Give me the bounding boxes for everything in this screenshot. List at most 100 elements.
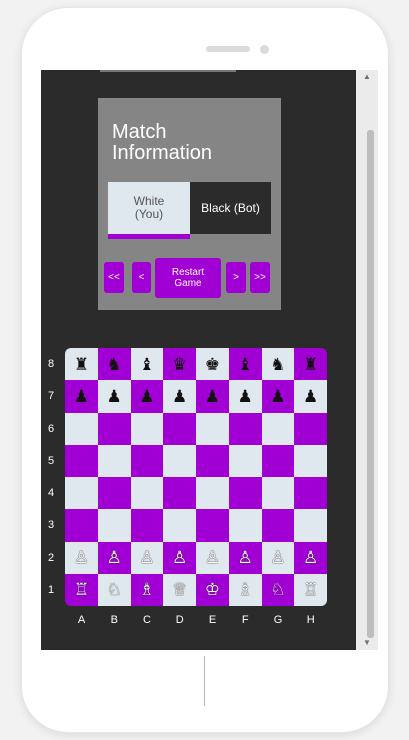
- board-square-g7[interactable]: ♟: [261, 380, 295, 413]
- board-square-h3[interactable]: [294, 509, 327, 542]
- black-knight-icon[interactable]: ♞: [107, 356, 122, 373]
- scroll-down-arrow-icon[interactable]: ▼: [360, 638, 374, 648]
- board-square-f1[interactable]: ♗: [228, 573, 262, 606]
- white-bishop-icon[interactable]: ♗: [139, 581, 154, 598]
- board-square-b1[interactable]: ♘: [97, 573, 131, 606]
- white-knight-icon[interactable]: ♘: [270, 581, 285, 598]
- board-square-c4[interactable]: [130, 477, 164, 510]
- board-square-h1[interactable]: ♖: [294, 573, 327, 606]
- board-square-a7[interactable]: ♟: [65, 380, 98, 413]
- white-rook-icon[interactable]: ♖: [303, 581, 318, 598]
- board-square-h6[interactable]: [294, 412, 327, 445]
- board-square-e5[interactable]: [196, 444, 229, 477]
- board-square-e3[interactable]: [196, 509, 229, 542]
- white-bishop-icon[interactable]: ♗: [238, 581, 253, 598]
- black-pawn-icon[interactable]: ♟: [303, 388, 318, 405]
- scrollbar-thumb[interactable]: [367, 130, 374, 638]
- board-square-f7[interactable]: ♟: [228, 380, 262, 413]
- board-square-f2[interactable]: ♙: [228, 541, 262, 574]
- board-square-b4[interactable]: [97, 477, 131, 510]
- board-square-g6[interactable]: [261, 412, 295, 445]
- board-square-h2[interactable]: ♙: [294, 541, 327, 574]
- black-pawn-icon[interactable]: ♟: [205, 388, 220, 405]
- last-move-button[interactable]: >>: [250, 262, 270, 293]
- vertical-scrollbar[interactable]: ▲ ▼: [356, 70, 378, 650]
- black-pawn-icon[interactable]: ♟: [172, 388, 187, 405]
- board-square-h8[interactable]: ♜: [294, 348, 327, 381]
- previous-move-button[interactable]: <: [132, 262, 151, 293]
- black-pawn-icon[interactable]: ♟: [238, 388, 253, 405]
- white-knight-icon[interactable]: ♘: [107, 581, 122, 598]
- black-pawn-icon[interactable]: ♟: [139, 388, 154, 405]
- board-square-b2[interactable]: ♙: [97, 541, 131, 574]
- board-square-b5[interactable]: [97, 444, 131, 477]
- board-square-a4[interactable]: [65, 477, 98, 510]
- board-square-g4[interactable]: [261, 477, 295, 510]
- first-move-button[interactable]: <<: [104, 262, 124, 293]
- white-pawn-icon[interactable]: ♙: [74, 549, 89, 566]
- board-square-g3[interactable]: [261, 509, 295, 542]
- board-square-a2[interactable]: ♙: [65, 541, 98, 574]
- board-square-d6[interactable]: [163, 412, 196, 445]
- board-square-d7[interactable]: ♟: [163, 380, 196, 413]
- board-square-e1[interactable]: ♔: [196, 573, 229, 606]
- scroll-up-arrow-icon[interactable]: ▲: [360, 72, 374, 82]
- board-square-e2[interactable]: ♙: [196, 541, 229, 574]
- black-king-icon[interactable]: ♚: [205, 356, 220, 373]
- board-square-a1[interactable]: ♖: [65, 573, 98, 606]
- board-square-g2[interactable]: ♙: [261, 541, 295, 574]
- black-pawn-icon[interactable]: ♟: [270, 388, 285, 405]
- board-square-g1[interactable]: ♘: [261, 573, 295, 606]
- board-square-c3[interactable]: [130, 509, 164, 542]
- black-rook-icon[interactable]: ♜: [74, 356, 89, 373]
- board-square-f3[interactable]: [228, 509, 262, 542]
- board-square-b6[interactable]: [97, 412, 131, 445]
- board-square-f8[interactable]: ♝: [228, 348, 262, 381]
- board-square-c2[interactable]: ♙: [130, 541, 164, 574]
- white-pawn-icon[interactable]: ♙: [303, 549, 318, 566]
- board-square-a3[interactable]: [65, 509, 98, 542]
- black-bishop-icon[interactable]: ♝: [139, 356, 154, 373]
- board-square-a6[interactable]: [65, 412, 98, 445]
- board-square-d8[interactable]: ♛: [163, 348, 196, 381]
- board-square-h4[interactable]: [294, 477, 327, 510]
- board-square-d5[interactable]: [163, 444, 196, 477]
- board-square-c8[interactable]: ♝: [130, 348, 164, 381]
- board-square-b8[interactable]: ♞: [97, 348, 131, 381]
- board-square-d4[interactable]: [163, 477, 196, 510]
- next-move-button[interactable]: >: [226, 262, 246, 293]
- board-square-g8[interactable]: ♞: [261, 348, 295, 381]
- board-square-d3[interactable]: [163, 509, 196, 542]
- board-square-e6[interactable]: [196, 412, 229, 445]
- board-square-f5[interactable]: [228, 444, 262, 477]
- board-square-c6[interactable]: [130, 412, 164, 445]
- board-square-h7[interactable]: ♟: [294, 380, 327, 413]
- board-square-c1[interactable]: ♗: [130, 573, 164, 606]
- white-king-icon[interactable]: ♔: [205, 581, 220, 598]
- restart-game-button[interactable]: Restart Game: [155, 258, 221, 298]
- board-square-f6[interactable]: [228, 412, 262, 445]
- white-rook-icon[interactable]: ♖: [74, 581, 89, 598]
- board-square-a5[interactable]: [65, 444, 98, 477]
- board-square-d2[interactable]: ♙: [163, 541, 196, 574]
- black-knight-icon[interactable]: ♞: [270, 356, 285, 373]
- board-square-f4[interactable]: [228, 477, 262, 510]
- board-square-e7[interactable]: ♟: [196, 380, 229, 413]
- black-pawn-icon[interactable]: ♟: [107, 388, 122, 405]
- board-square-c7[interactable]: ♟: [130, 380, 164, 413]
- black-bishop-icon[interactable]: ♝: [238, 356, 253, 373]
- black-rook-icon[interactable]: ♜: [303, 356, 318, 373]
- white-pawn-icon[interactable]: ♙: [172, 549, 187, 566]
- board-square-a8[interactable]: ♜: [65, 348, 98, 381]
- black-queen-icon[interactable]: ♛: [172, 356, 187, 373]
- white-queen-icon[interactable]: ♕: [172, 581, 187, 598]
- black-pawn-icon[interactable]: ♟: [74, 388, 89, 405]
- board-square-b3[interactable]: [97, 509, 131, 542]
- board-square-b7[interactable]: ♟: [97, 380, 131, 413]
- white-pawn-icon[interactable]: ♙: [205, 549, 220, 566]
- white-pawn-icon[interactable]: ♙: [270, 549, 285, 566]
- white-pawn-icon[interactable]: ♙: [107, 549, 122, 566]
- board-square-g5[interactable]: [261, 444, 295, 477]
- white-pawn-icon[interactable]: ♙: [139, 549, 154, 566]
- board-square-e8[interactable]: ♚: [196, 348, 229, 381]
